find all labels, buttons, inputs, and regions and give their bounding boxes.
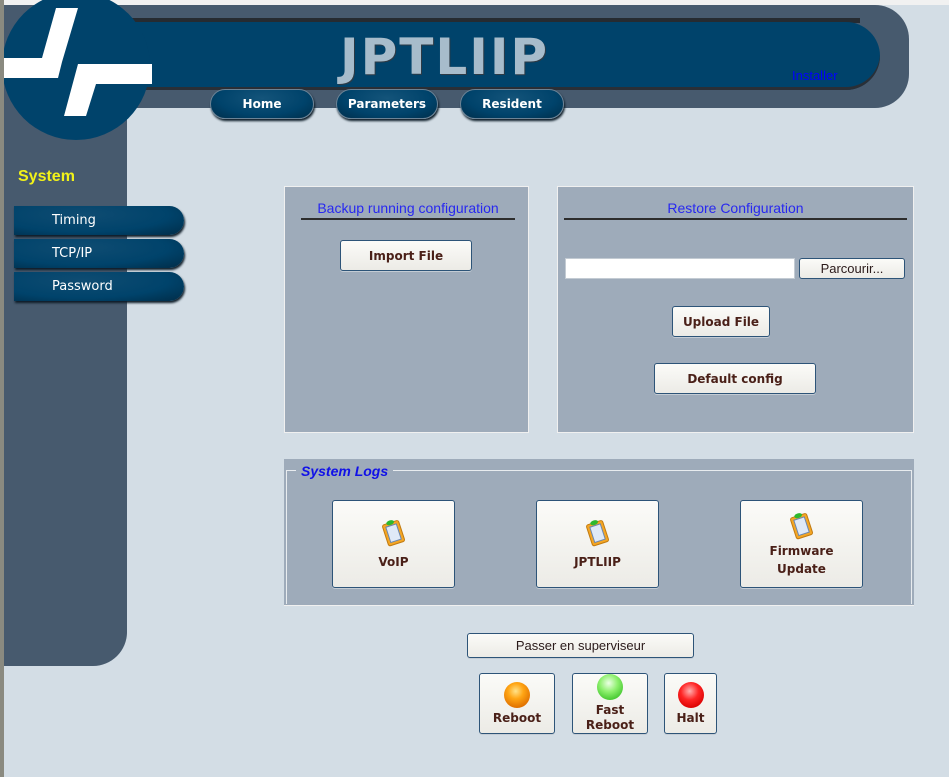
switch-to-supervisor-button[interactable]: Passer en superviseur <box>467 633 694 658</box>
clipboard-icon <box>381 520 405 547</box>
jptliip-log-label: JPTLIIP <box>574 555 621 569</box>
backup-panel: Backup running configuration Import File <box>284 186 529 433</box>
halt-label: Halt <box>676 710 705 725</box>
green-status-light-icon <box>597 674 623 700</box>
backup-title: Backup running configuration <box>301 200 515 220</box>
sidebar-item-tcpip[interactable]: TCP/IP <box>14 239 184 268</box>
sidebar-item-label: TCP/IP <box>52 246 93 261</box>
sidebar-item-timing[interactable]: Timing <box>14 206 184 235</box>
restore-panel: Restore Configuration Parcourir... Uploa… <box>557 186 914 433</box>
fast-reboot-label-line2: Reboot <box>585 718 635 732</box>
voip-log-button[interactable]: VoIP <box>332 500 455 588</box>
fast-reboot-label-line1: Fast <box>595 703 625 717</box>
firmware-update-log-button[interactable]: Firmware Update <box>740 500 863 588</box>
clipboard-icon <box>585 520 609 547</box>
jptliip-log-button[interactable]: JPTLIIP <box>536 500 659 588</box>
halt-button[interactable]: Halt <box>664 673 717 734</box>
firmware-log-label-line1: Firmware <box>769 544 834 558</box>
firmware-log-label-line2: Update <box>777 562 826 576</box>
sidebar-section-title: System <box>18 168 75 185</box>
system-logs-panel: System Logs VoIP JPTLIIP Firmware Update <box>284 459 914 606</box>
sidebar-item-label: Timing <box>52 213 96 228</box>
system-logs-legend: System Logs <box>296 463 394 479</box>
sidebar-item-label: Password <box>52 279 113 294</box>
upload-file-button[interactable]: Upload File <box>672 306 770 337</box>
voip-log-label: VoIP <box>378 555 409 569</box>
orange-status-light-icon <box>504 681 530 708</box>
reboot-button[interactable]: Reboot <box>479 673 555 734</box>
clipboard-icon <box>789 513 813 540</box>
import-file-button[interactable]: Import File <box>340 240 472 271</box>
file-path-input[interactable] <box>565 258 795 279</box>
nav-resident-button[interactable]: Resident <box>460 89 564 119</box>
restore-title: Restore Configuration <box>564 200 907 220</box>
browse-button[interactable]: Parcourir... <box>799 258 905 279</box>
user-role-link[interactable]: Installer <box>792 68 838 83</box>
reboot-label: Reboot <box>492 710 542 725</box>
fast-reboot-button[interactable]: Fast Reboot <box>572 673 648 734</box>
red-status-light-icon <box>677 681 704 708</box>
nav-parameters-button[interactable]: Parameters <box>336 89 438 119</box>
nav-home-button[interactable]: Home <box>210 89 314 119</box>
app-title: JPTLIIP <box>340 28 550 86</box>
sidebar-item-password[interactable]: Password <box>14 272 184 301</box>
logo-icon <box>4 0 152 140</box>
default-config-button[interactable]: Default config <box>654 363 816 394</box>
